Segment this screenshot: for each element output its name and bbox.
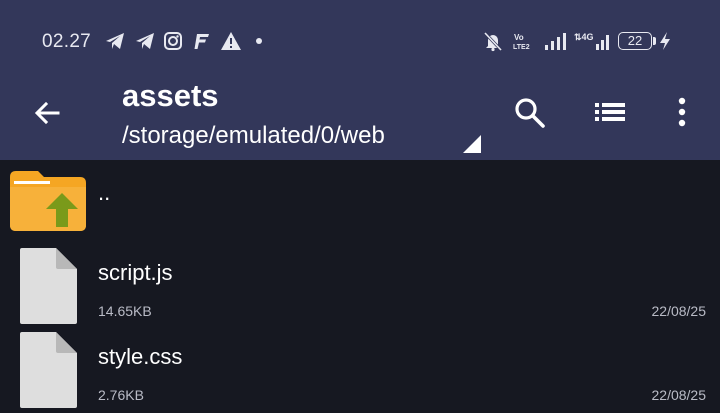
file-name: .. xyxy=(98,180,111,205)
battery-tip xyxy=(653,37,656,45)
back-arrow-icon[interactable] xyxy=(30,96,64,130)
page-title: assets xyxy=(122,78,219,113)
file-name: script.js xyxy=(98,260,173,285)
file-size: 2.76KB xyxy=(98,387,144,403)
folder-up-icon xyxy=(10,171,86,231)
more-options-icon[interactable] xyxy=(668,95,696,129)
file-size: 14.65KB xyxy=(98,303,152,319)
mute-bell-icon xyxy=(483,31,503,52)
telegram-icon xyxy=(106,33,124,49)
file-icon xyxy=(20,248,77,324)
dropdown-caret-icon[interactable] xyxy=(463,135,481,153)
signal-icon xyxy=(545,33,566,50)
battery-icon: 22 xyxy=(618,32,652,50)
more-notifications-dot xyxy=(256,38,262,44)
search-icon[interactable] xyxy=(512,95,546,129)
list-item-parent-folder[interactable]: .. xyxy=(0,160,720,236)
svg-text:Vo: Vo xyxy=(514,33,524,42)
status-time: 02.27 xyxy=(42,31,92,52)
list-item-file[interactable]: style.css 2.76KB 22/08/25 xyxy=(0,330,720,410)
app-f-icon xyxy=(194,34,209,49)
svg-text:LTE2: LTE2 xyxy=(513,44,530,51)
volte-icon: Vo LTE2 xyxy=(513,33,530,51)
battery-level: 22 xyxy=(627,33,643,48)
file-name: style.css xyxy=(98,344,183,369)
warning-icon xyxy=(221,32,241,50)
network-4g-signal-icon: ⇅4G xyxy=(574,32,609,50)
path-selector[interactable]: /storage/emulated/0/web xyxy=(122,122,385,150)
svg-text:⇅4G: ⇅4G xyxy=(574,32,594,42)
file-icon xyxy=(20,332,77,408)
list-item-file[interactable]: script.js 14.65KB 22/08/25 xyxy=(0,246,720,326)
list-view-icon[interactable] xyxy=(592,95,628,129)
charging-icon xyxy=(660,32,670,50)
file-date: 22/08/25 xyxy=(651,303,707,319)
telegram-icon xyxy=(136,33,154,49)
instagram-icon xyxy=(164,32,182,50)
file-date: 22/08/25 xyxy=(651,387,707,403)
